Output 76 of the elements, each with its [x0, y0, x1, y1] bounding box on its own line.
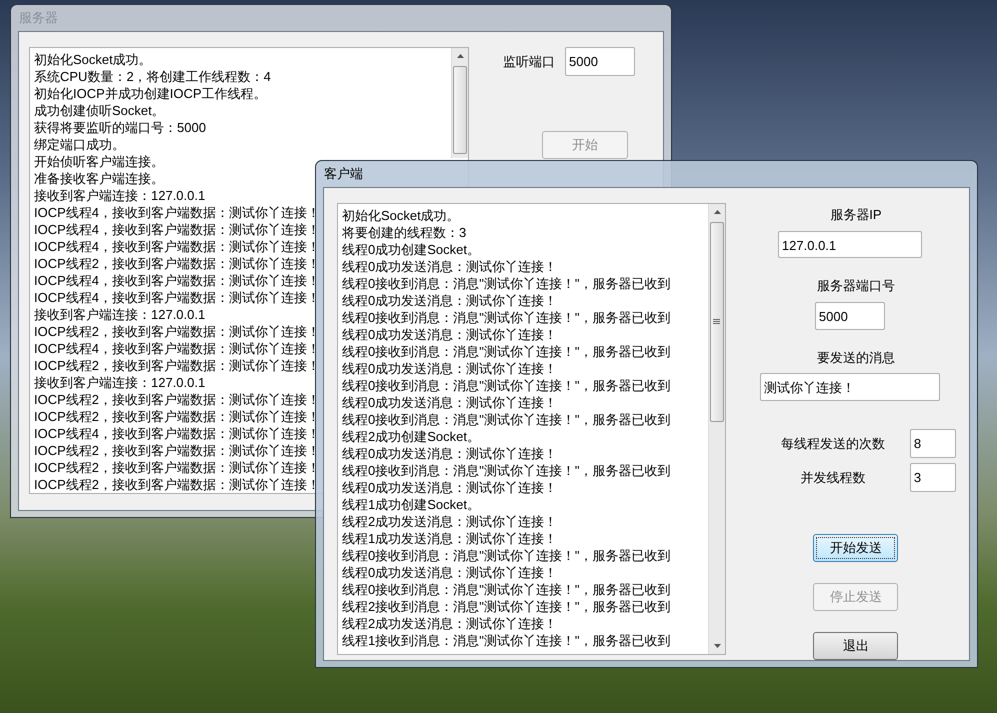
input-field[interactable]: 5000	[814, 302, 885, 330]
log-line: 线程0成功发送消息：测试你丫连接！	[342, 292, 558, 309]
log-line: 开始侦听客户端连接。	[34, 153, 164, 170]
log-line: 线程0接收到消息：消息"测试你丫连接！"，服务器已收到	[342, 377, 670, 394]
log-line: IOCP线程4，接收到客户端数据：测试你丫连接！	[34, 238, 320, 255]
log-line: 初始化Socket成功。	[342, 207, 460, 224]
log-line: IOCP线程2，接收到客户端数据：测试你丫连接！	[34, 323, 320, 340]
log-line: 线程0接收到消息：消息"测试你丫连接！"，服务器已收到	[342, 462, 670, 479]
log-line: 线程1成功发送消息：测试你丫连接！	[342, 530, 558, 547]
log-line: 线程0成功创建Socket。	[342, 241, 480, 258]
log-line: IOCP线程2，接收到客户端数据：测试你丫连接！	[34, 408, 320, 425]
log-line: IOCP线程4，接收到客户端数据：测试你丫连接！	[34, 272, 320, 289]
log-line: 线程0成功发送消息：测试你丫连接！	[342, 479, 558, 496]
field-label: 要发送的消息	[816, 348, 895, 367]
log-line: 成功创建侦听Socket。	[34, 102, 165, 119]
scrollbar[interactable]	[451, 48, 468, 158]
input-field[interactable]: 8	[910, 428, 956, 458]
field-label: 每线程发送的次数	[780, 434, 886, 453]
log-line: IOCP线程4，接收到客户端数据：测试你丫连接！	[34, 221, 320, 238]
button[interactable]: 退出	[813, 632, 898, 660]
log-line: 线程0成功发送消息：测试你丫连接！	[342, 258, 558, 275]
log-line: 将要创建的线程数：3	[342, 224, 466, 241]
log-line: 线程0成功发送消息：测试你丫连接！	[342, 360, 558, 377]
window-title: 客户端	[324, 165, 363, 184]
log-line: 线程2成功发送消息：测试你丫连接！	[342, 615, 558, 632]
log-line: IOCP线程2，接收到客户端数据：测试你丫连接！	[34, 391, 320, 408]
log-line: 线程0接收到消息：消息"测试你丫连接！"，服务器已收到	[342, 309, 670, 326]
log-line: IOCP线程2，接收到客户端数据：测试你丫连接！	[34, 442, 320, 459]
log-line: 线程0接收到消息：消息"测试你丫连接！"，服务器已收到	[342, 547, 670, 564]
log-line: 线程0接收到消息：消息"测试你丫连接！"，服务器已收到	[342, 581, 670, 598]
log-line: IOCP线程2，接收到客户端数据：测试你丫连接！	[34, 255, 320, 272]
scroll-down-arrow-icon[interactable]	[714, 644, 721, 648]
log-line: 初始化Socket成功。	[34, 51, 152, 68]
log-line: 接收到客户端连接：127.0.0.1	[34, 187, 206, 204]
input-field[interactable]: 5000	[565, 47, 635, 76]
log-line: IOCP线程2，接收到客户端数据：测试你丫连接！	[34, 459, 320, 476]
field-label: 服务器端口号	[816, 277, 895, 296]
log-line: 线程2接收到消息：消息"测试你丫连接！"，服务器已收到	[342, 598, 670, 615]
log-line: 获得将要监听的端口号：5000	[34, 119, 206, 136]
log-textarea[interactable]	[337, 203, 726, 655]
scroll-up-arrow-icon[interactable]	[457, 54, 464, 58]
scroll-thumb[interactable]	[710, 222, 724, 422]
log-line: 线程0成功发送消息：测试你丫连接！	[342, 445, 558, 462]
input-field[interactable]: 测试你丫连接！	[760, 373, 940, 401]
scroll-thumb[interactable]	[453, 66, 467, 154]
log-line: 绑定端口成功。	[34, 136, 125, 153]
button[interactable]: 开始发送	[813, 534, 898, 562]
log-line: 准备接收客户端连接。	[34, 170, 164, 187]
log-line: 接收到客户端连接：127.0.0.1	[34, 306, 206, 323]
log-line: 线程1成功创建Socket。	[342, 496, 480, 513]
log-line: IOCP线程4，接收到客户端数据：测试你丫连接！	[34, 204, 320, 221]
log-line: 接收到客户端连接：127.0.0.1	[34, 374, 206, 391]
log-line: IOCP线程4，接收到客户端数据：测试你丫连接！	[34, 340, 320, 357]
log-line: 线程0接收到消息：消息"测试你丫连接！"，服务器已收到	[342, 411, 670, 428]
log-line: IOCP线程4，接收到客户端数据：测试你丫连接！	[34, 425, 320, 442]
port-label: 监听端口	[503, 52, 555, 71]
log-line: IOCP线程2，接收到客户端数据：测试你丫连接！	[34, 476, 320, 493]
log-line: 线程1接收到消息：消息"测试你丫连接！"，服务器已收到	[342, 632, 670, 649]
input-field[interactable]: 3	[910, 462, 956, 492]
log-line: 线程0成功发送消息：测试你丫连接！	[342, 326, 558, 343]
scroll-up-arrow-icon[interactable]	[714, 210, 721, 214]
field-label: 服务器IP	[830, 206, 882, 224]
log-line: 线程0接收到消息：消息"测试你丫连接！"，服务器已收到	[342, 343, 670, 360]
log-line: IOCP线程4，接收到客户端数据：测试你丫连接！	[34, 289, 320, 306]
log-line: 线程0成功发送消息：测试你丫连接！	[342, 564, 558, 581]
log-line: 线程0成功发送消息：测试你丫连接！	[342, 394, 558, 411]
input-field[interactable]: 127.0.0.1	[778, 230, 922, 258]
field-label: 并发线程数	[799, 468, 866, 487]
log-line: 系统CPU数量：2，将创建工作线程数：4	[34, 68, 271, 85]
log-line: 初始化IOCP并成功创建IOCP工作线程。	[34, 85, 267, 102]
scrollbar[interactable]	[708, 204, 725, 654]
grip-icon	[713, 319, 720, 325]
log-line: 线程0接收到消息：消息"测试你丫连接！"，服务器已收到	[342, 275, 670, 292]
log-line: IOCP线程2，接收到客户端数据：测试你丫连接！	[34, 357, 320, 374]
log-line: 线程2成功创建Socket。	[342, 428, 480, 445]
log-line: 线程2成功发送消息：测试你丫连接！	[342, 513, 558, 530]
